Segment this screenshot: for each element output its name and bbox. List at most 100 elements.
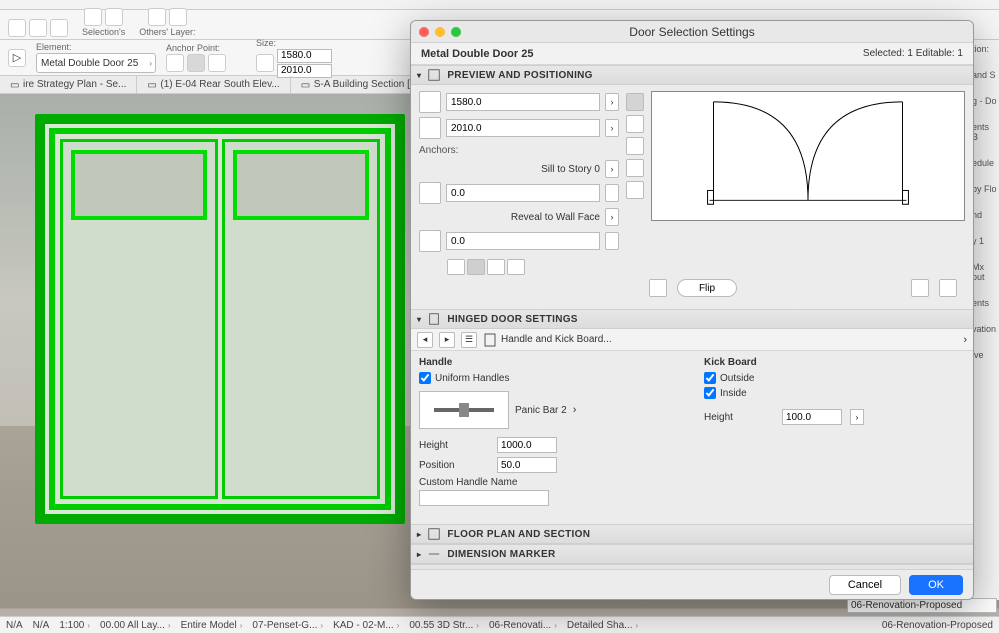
dialog-subtitle: Metal Double Door 25 bbox=[421, 48, 533, 60]
hinged-nav-row: ◂ ▸ ☰ Handle and Kick Board... › bbox=[411, 329, 973, 351]
collapse-icon: ▾ bbox=[417, 71, 421, 80]
element-value: Metal Double Door 25 bbox=[41, 58, 138, 69]
kick-height-label: Height bbox=[704, 412, 774, 423]
tool-icon[interactable] bbox=[8, 19, 26, 37]
anchor-seg-btn[interactable] bbox=[447, 259, 465, 275]
nav-forward-button[interactable]: ▸ bbox=[439, 332, 455, 348]
anchor-label: Anchor Point: bbox=[166, 43, 226, 53]
kick-height-stepper[interactable]: › bbox=[850, 409, 864, 425]
door-width-input[interactable] bbox=[446, 93, 600, 111]
tool-icon[interactable] bbox=[105, 8, 123, 26]
breadcrumb-label: Handle and Kick Board... bbox=[501, 334, 612, 345]
reveal-chev[interactable]: › bbox=[605, 208, 619, 226]
door-height-input[interactable] bbox=[446, 119, 600, 137]
selections-label: Selection's bbox=[82, 27, 125, 37]
mirror-v-icon[interactable] bbox=[939, 279, 957, 297]
reno-value-dropdown[interactable]: 06-Renovation-Proposed bbox=[847, 598, 997, 613]
dialog-title: Door Selection Settings bbox=[629, 25, 754, 39]
anchor-option-icon[interactable] bbox=[187, 54, 205, 72]
status-item[interactable]: 00.55 3D Str...› bbox=[409, 620, 479, 631]
nav-back-button[interactable]: ◂ bbox=[417, 332, 433, 348]
anchor-option-icon[interactable] bbox=[166, 54, 184, 72]
floorplan-icon bbox=[427, 527, 441, 541]
status-item[interactable]: Entire Model› bbox=[181, 620, 243, 631]
kick-height-input[interactable] bbox=[782, 409, 842, 425]
status-item[interactable]: Detailed Sha...› bbox=[567, 620, 638, 631]
section-title: DIMENSION MARKER bbox=[447, 549, 555, 560]
minimize-icon[interactable] bbox=[435, 27, 445, 37]
preview-mode-btn[interactable] bbox=[626, 181, 644, 199]
dialog-titlebar[interactable]: Door Selection Settings bbox=[411, 21, 973, 43]
anchors-label: Anchors: bbox=[419, 145, 619, 156]
sill-chev[interactable]: › bbox=[605, 160, 619, 178]
preview-mode-btn[interactable] bbox=[626, 115, 644, 133]
cancel-button[interactable]: Cancel bbox=[829, 575, 901, 595]
chevron-right-icon: › bbox=[149, 59, 152, 68]
kick-inside-checkbox[interactable]: Inside bbox=[704, 387, 965, 399]
status-item[interactable]: 06-Renovati...› bbox=[489, 620, 557, 631]
width-input[interactable] bbox=[277, 49, 332, 63]
custom-handle-input[interactable] bbox=[419, 490, 549, 506]
uniform-handles-checkbox[interactable]: Uniform Handles bbox=[419, 372, 680, 384]
kick-outside-check[interactable] bbox=[704, 372, 716, 384]
handle-column: Handle Uniform Handles Panic Bar 2 › Hei… bbox=[419, 357, 680, 506]
section-title: FLOOR PLAN AND SECTION bbox=[447, 529, 590, 540]
nav-tree-button[interactable]: ☰ bbox=[461, 332, 477, 348]
arrow-tool-icon[interactable]: ▷ bbox=[8, 49, 26, 67]
anchor-option-icon[interactable] bbox=[208, 54, 226, 72]
flip-rotate-icon[interactable] bbox=[649, 279, 667, 297]
status-zoom[interactable]: 1:100› bbox=[59, 620, 90, 631]
tool-icon[interactable] bbox=[169, 8, 187, 26]
status-na: N/A bbox=[33, 620, 50, 631]
link-button[interactable] bbox=[605, 232, 619, 250]
kick-outside-checkbox[interactable]: Outside bbox=[704, 372, 965, 384]
link-button[interactable]: › bbox=[605, 93, 619, 111]
uniform-handles-check[interactable] bbox=[419, 372, 431, 384]
sill-input[interactable] bbox=[446, 184, 600, 202]
ok-button[interactable]: OK bbox=[909, 575, 963, 595]
kickboard-column: Kick Board Outside Inside Height › bbox=[704, 357, 965, 506]
maximize-icon[interactable] bbox=[451, 27, 461, 37]
tool-icon[interactable] bbox=[148, 8, 166, 26]
tab[interactable]: ▭ire Strategy Plan - Se... bbox=[0, 76, 137, 94]
status-item[interactable]: 07-Penset-G...› bbox=[252, 620, 323, 631]
close-icon[interactable] bbox=[419, 27, 429, 37]
preview-mode-btn[interactable] bbox=[626, 137, 644, 155]
preview-icon bbox=[427, 68, 441, 82]
kick-inside-check[interactable] bbox=[704, 387, 716, 399]
preview-mode-btn[interactable] bbox=[626, 93, 644, 111]
preview-mode-btn[interactable] bbox=[626, 159, 644, 177]
link-button[interactable]: › bbox=[605, 119, 619, 137]
doc-icon: ▭ bbox=[10, 80, 20, 90]
expand-icon: ▸ bbox=[417, 550, 421, 559]
selection-count: Selected: 1 Editable: 1 bbox=[863, 48, 963, 59]
handle-position-input[interactable] bbox=[497, 457, 557, 473]
section-preview-header[interactable]: ▾ PREVIEW AND POSITIONING bbox=[411, 65, 973, 85]
tool-icon[interactable] bbox=[50, 19, 68, 37]
element-dropdown[interactable]: Metal Double Door 25 › bbox=[36, 53, 156, 73]
handle-height-input[interactable] bbox=[497, 437, 557, 453]
section-dimension-header[interactable]: ▸ DIMENSION MARKER bbox=[411, 544, 973, 564]
size-icon bbox=[256, 54, 274, 72]
size-label: Size: bbox=[256, 38, 332, 48]
anchor-seg-btn[interactable] bbox=[467, 259, 485, 275]
mirror-h-icon[interactable] bbox=[911, 279, 929, 297]
doc-icon: ▭ bbox=[147, 80, 157, 90]
status-item[interactable]: KAD - 02-M...› bbox=[333, 620, 399, 631]
reveal-input[interactable] bbox=[446, 232, 600, 250]
link-button[interactable] bbox=[605, 184, 619, 202]
section-floorplan-header[interactable]: ▸ FLOOR PLAN AND SECTION bbox=[411, 524, 973, 544]
anchor-seg-btn[interactable] bbox=[487, 259, 505, 275]
tab[interactable]: ▭(1) E-04 Rear South Elev... bbox=[137, 76, 290, 94]
section-title: PREVIEW AND POSITIONING bbox=[447, 70, 592, 81]
status-last[interactable]: 06-Renovation-Proposed bbox=[882, 620, 993, 631]
flip-button[interactable]: Flip bbox=[677, 279, 737, 297]
anchor-seg-btn[interactable] bbox=[507, 259, 525, 275]
handle-thumbnail[interactable] bbox=[419, 391, 509, 429]
chevron-right-icon[interactable]: › bbox=[573, 404, 577, 416]
tool-icon[interactable] bbox=[29, 19, 47, 37]
section-hinged-header[interactable]: ▾ HINGED DOOR SETTINGS bbox=[411, 309, 973, 329]
status-item[interactable]: 00.00 All Lay...› bbox=[100, 620, 171, 631]
breadcrumb[interactable]: Handle and Kick Board... bbox=[483, 333, 957, 347]
tool-icon[interactable] bbox=[84, 8, 102, 26]
